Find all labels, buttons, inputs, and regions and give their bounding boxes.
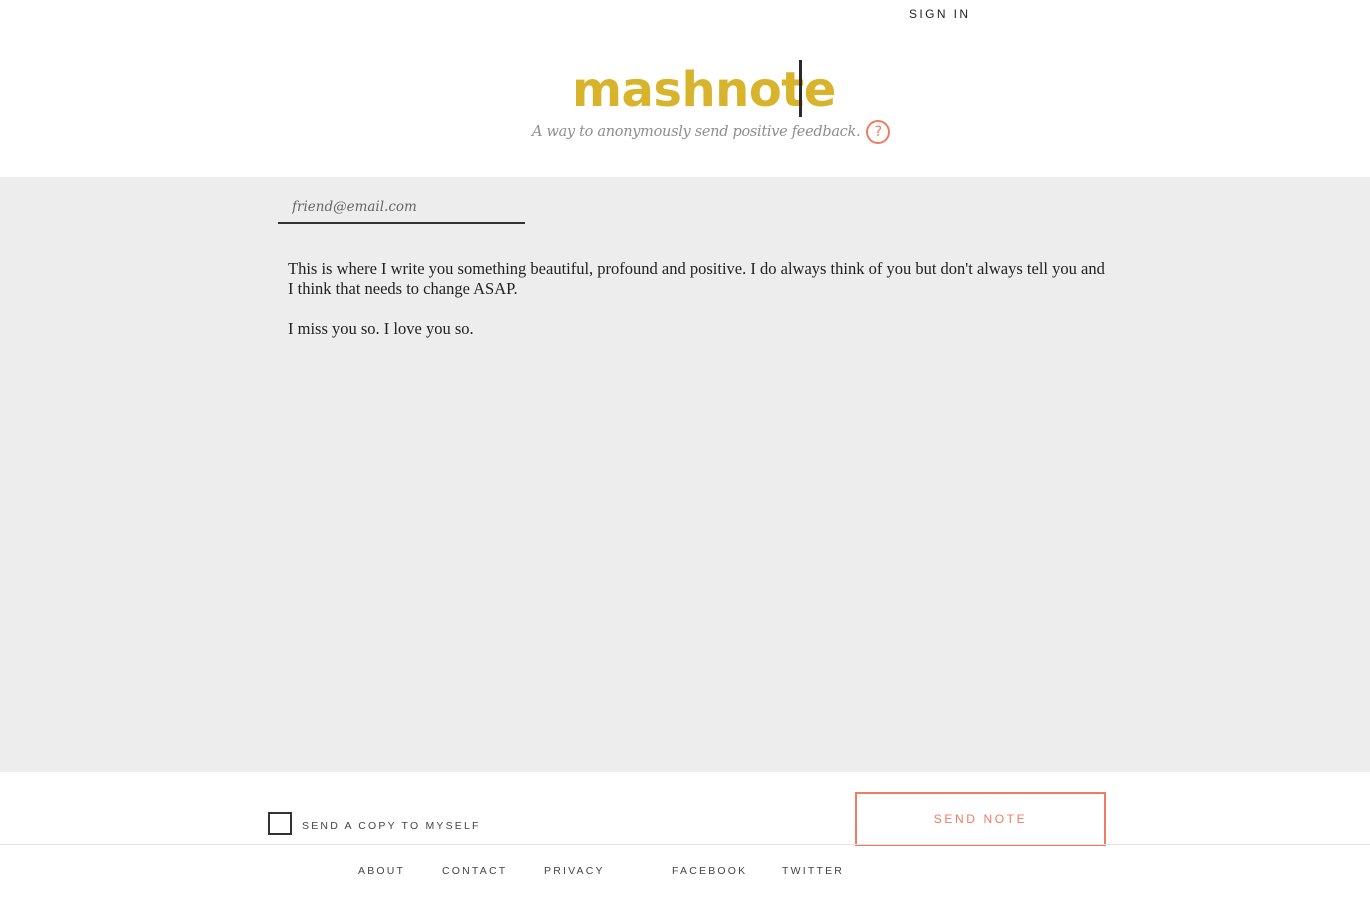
- message-body[interactable]: This is where I write you something beau…: [288, 259, 1108, 359]
- footer-link-privacy[interactable]: PRIVACY: [544, 865, 605, 877]
- send-copy-checkbox[interactable]: [268, 812, 292, 835]
- help-icon[interactable]: ?: [866, 120, 891, 144]
- text-caret: [799, 60, 802, 117]
- logo: mashnote: [572, 62, 836, 118]
- tagline-row: A way to anonymously send positive feedb…: [532, 120, 891, 144]
- footer-link-facebook[interactable]: FACEBOOK: [672, 865, 747, 877]
- footer-link-about[interactable]: ABOUT: [358, 865, 405, 877]
- message-paragraph: This is where I write you something beau…: [288, 259, 1105, 298]
- footer-link-contact[interactable]: CONTACT: [442, 865, 507, 877]
- sign-in-link[interactable]: SIGN IN: [909, 7, 970, 21]
- send-copy-label: SEND A COPY TO MYSELF: [302, 819, 481, 832]
- message-paragraph: I miss you so. I love you so.: [288, 319, 474, 338]
- footer-link-twitter[interactable]: TWITTER: [782, 865, 844, 877]
- tagline: A way to anonymously send positive feedb…: [532, 124, 861, 140]
- send-copy-option[interactable]: SEND A COPY TO MYSELF: [268, 812, 481, 835]
- compose-area: This is where I write you something beau…: [0, 177, 1370, 772]
- send-note-button[interactable]: SEND NOTE: [855, 792, 1106, 846]
- recipient-email-input[interactable]: [278, 191, 525, 224]
- footer-divider: [0, 844, 1370, 845]
